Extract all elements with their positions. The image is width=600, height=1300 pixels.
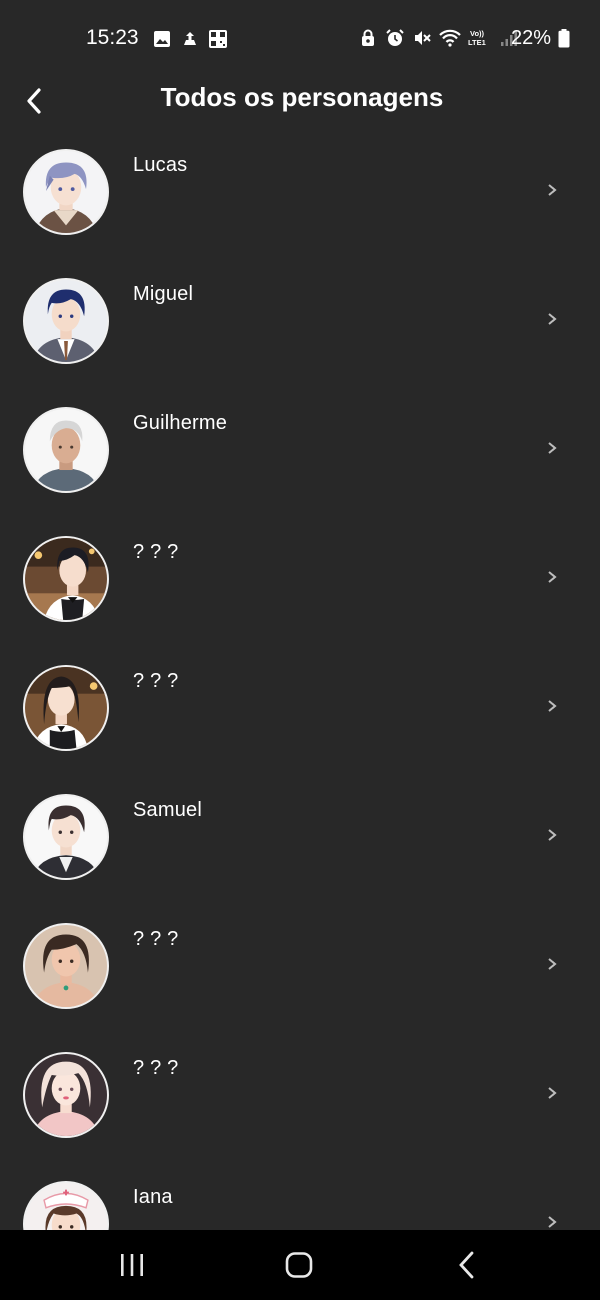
- status-left-icons: [152, 29, 228, 49]
- chevron-right-icon: [548, 313, 557, 325]
- character-name: Miguel: [133, 283, 194, 305]
- chevron-right-icon: [548, 571, 557, 583]
- app-header: Todos os personagens: [0, 76, 600, 128]
- gallery-icon: [154, 31, 170, 47]
- character-row-miguel[interactable]: Miguel: [0, 269, 600, 398]
- character-row-iana[interactable]: Iana: [0, 1172, 600, 1230]
- alarm-icon: [386, 29, 404, 46]
- volte-lte-icon: Vo))LTE1: [468, 29, 486, 47]
- character-name: ? ? ?: [133, 928, 179, 950]
- character-row-unknown-2[interactable]: ? ? ?: [0, 656, 600, 785]
- character-name: ? ? ?: [133, 670, 179, 692]
- character-row-unknown-1[interactable]: ? ? ?: [0, 527, 600, 656]
- lucas-avatar: [23, 149, 109, 235]
- battery-icon: [558, 29, 570, 48]
- character-row-unknown-3[interactable]: ? ? ?: [0, 914, 600, 1043]
- character-name: ? ? ?: [133, 1057, 179, 1079]
- unknown-woman-avatar: [23, 923, 109, 1009]
- status-right-icons: Vo)) LTE1: [358, 28, 519, 48]
- chevron-right-icon: [548, 700, 557, 712]
- svg-text:LTE1: LTE1: [468, 38, 486, 47]
- character-name: Samuel: [133, 799, 203, 821]
- status-time: 15:23: [86, 26, 139, 49]
- chevron-right-icon: [548, 958, 557, 970]
- mute-icon: [415, 31, 431, 45]
- recent-apps-icon[interactable]: [118, 1252, 146, 1278]
- unknown-waitress-avatar: [23, 665, 109, 751]
- unknown-blonde-avatar: [23, 1052, 109, 1138]
- samuel-avatar: [23, 794, 109, 880]
- character-name: Iana: [133, 1186, 173, 1208]
- svg-text:Vo)): Vo)): [470, 29, 485, 38]
- chevron-right-icon: [548, 442, 557, 454]
- character-row-guilherme[interactable]: Guilherme: [0, 398, 600, 527]
- character-name: Guilherme: [133, 412, 228, 434]
- page-title: Todos os personagens: [160, 82, 444, 112]
- system-nav-bar: [0, 1230, 600, 1300]
- chevron-right-icon: [548, 1216, 557, 1228]
- unknown-bartender-avatar: [23, 536, 109, 622]
- battery-percent: 22%: [511, 27, 552, 49]
- wifi-icon: [439, 29, 461, 47]
- lock-icon: [362, 29, 374, 46]
- qr-code-icon: [209, 30, 227, 48]
- status-bar: 15:23 Vo)) LTE1 22%: [0, 0, 600, 76]
- home-icon[interactable]: [284, 1251, 314, 1279]
- chevron-right-icon: [548, 1087, 557, 1099]
- chevron-right-icon: [548, 184, 557, 196]
- guilherme-avatar: [23, 407, 109, 493]
- character-row-lucas[interactable]: Lucas: [0, 140, 600, 269]
- miguel-avatar: [23, 278, 109, 364]
- character-name: ? ? ?: [133, 541, 179, 563]
- character-row-unknown-4[interactable]: ? ? ?: [0, 1043, 600, 1172]
- cloud-upload-icon: [184, 32, 196, 45]
- iana-avatar: [23, 1181, 109, 1230]
- back-icon[interactable]: [455, 1250, 479, 1280]
- character-list: Lucas Miguel Guilherme ? ? ? ? ? ? Samue…: [0, 140, 600, 1230]
- character-row-samuel[interactable]: Samuel: [0, 785, 600, 914]
- chevron-right-icon: [548, 829, 557, 841]
- character-name: Lucas: [133, 154, 188, 176]
